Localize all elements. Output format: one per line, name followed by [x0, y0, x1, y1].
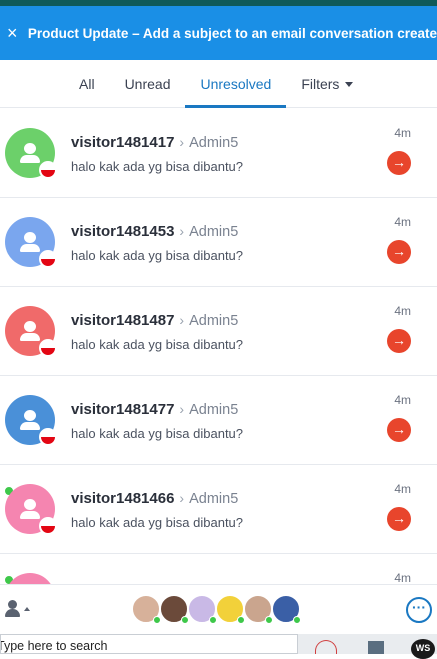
- visitor-name: visitor1481477 › Admin5: [71, 401, 238, 418]
- avatar-body-icon: [20, 244, 40, 252]
- last-message: halo kak ada yg bisa dibantu?: [71, 515, 244, 530]
- caret-down-icon: [345, 82, 354, 88]
- tab-filters[interactable]: Filters: [286, 60, 368, 108]
- indonesia-flag-icon: [39, 517, 57, 535]
- windows-taskbar: Type here to search WS: [0, 634, 437, 659]
- agent-status-icon[interactable]: [4, 600, 30, 620]
- open-conversation-button[interactable]: →: [387, 329, 411, 353]
- last-message: halo kak ada yg bisa dibantu?: [71, 426, 244, 441]
- visitor-id: visitor1481417: [71, 134, 175, 151]
- visitor-name: visitor1481417 › Admin5: [71, 134, 238, 151]
- avatar-body-icon: [20, 511, 40, 519]
- avatar-head-icon: [24, 410, 36, 421]
- conversation-row[interactable]: visitor1481453 › Admin5 halo kak ada yg bi…: [0, 198, 437, 287]
- team-avatars: [132, 595, 301, 625]
- conversation-row[interactable]: visitor1481477 › Admin5 halo kak ada yg bi…: [0, 376, 437, 465]
- open-conversation-button[interactable]: →: [387, 240, 411, 264]
- indonesia-flag-icon: [39, 339, 57, 357]
- caret-up-icon: [24, 607, 30, 611]
- weather-icon[interactable]: [315, 640, 337, 654]
- visitor-name: visitor1481487 › Admin5: [71, 312, 238, 329]
- filters-label: Filters: [301, 75, 340, 92]
- bottom-bar: ···: [0, 584, 437, 634]
- visitor-name: visitor1481453 › Admin5: [71, 223, 238, 240]
- time-ago: 4m: [394, 571, 411, 584]
- agent-name: Admin5: [189, 402, 239, 418]
- online-status-dot: [181, 616, 189, 624]
- team-member-avatar[interactable]: [216, 595, 245, 624]
- agent-name: Admin5: [189, 135, 239, 151]
- online-status-dot: [209, 616, 217, 624]
- open-conversation-button[interactable]: →: [387, 151, 411, 175]
- avatar-head-icon: [24, 232, 36, 243]
- team-member-avatar[interactable]: [244, 595, 273, 624]
- chevron-right-icon: ›: [179, 312, 185, 328]
- visitor-id: visitor1481487: [71, 312, 175, 329]
- visitor-id: visitor1481477: [71, 401, 175, 418]
- tab-unresolved[interactable]: Unresolved: [185, 60, 287, 108]
- open-conversation-button[interactable]: →: [387, 418, 411, 442]
- ws-app-icon[interactable]: WS: [411, 639, 435, 659]
- conversation-row[interactable]: visitor1481417 › Admin5 halo kak ada yg bi…: [0, 109, 437, 198]
- conversation-row[interactable]: visitor1481487 › Admin5 halo kak ada yg bi…: [0, 287, 437, 376]
- indonesia-flag-icon: [39, 428, 57, 446]
- tab-all[interactable]: All: [64, 60, 110, 108]
- avatar-head-icon: [24, 499, 36, 510]
- open-conversation-button[interactable]: →: [387, 507, 411, 531]
- product-update-banner: × Product Update – Add a subject to an e…: [0, 6, 437, 60]
- time-ago: 4m: [394, 482, 411, 496]
- avatar-body-icon: [20, 422, 40, 430]
- tab-unread[interactable]: Unread: [110, 60, 186, 108]
- time-ago: 4m: [394, 215, 411, 229]
- chevron-right-icon: ›: [179, 401, 185, 417]
- team-member-avatar[interactable]: [188, 595, 217, 624]
- avatar-head-icon: [24, 143, 36, 154]
- visitor-id: visitor1481466: [71, 490, 175, 507]
- team-member-avatar[interactable]: [272, 595, 301, 624]
- banner-text[interactable]: Product Update – Add a subject to an ema…: [20, 26, 437, 41]
- chevron-right-icon: ›: [179, 490, 185, 506]
- agent-name: Admin5: [189, 491, 239, 507]
- time-ago: 4m: [394, 126, 411, 140]
- avatar-head-icon: [24, 321, 36, 332]
- avatar-body-icon: [20, 155, 40, 163]
- last-message: halo kak ada yg bisa dibantu?: [71, 337, 244, 352]
- taskbar-search-input[interactable]: Type here to search: [0, 634, 298, 654]
- team-member-avatar[interactable]: [132, 595, 161, 624]
- online-status-dot: [293, 616, 301, 624]
- team-member-avatar[interactable]: [160, 595, 189, 624]
- agent-name: Admin5: [189, 313, 239, 329]
- visitor-id: visitor1481453: [71, 223, 175, 240]
- calculator-icon[interactable]: [368, 641, 384, 654]
- last-message: halo kak ada yg bisa dibantu?: [71, 248, 244, 263]
- visitor-name: visitor1481466 › Admin5: [71, 490, 238, 507]
- chevron-right-icon: ›: [179, 223, 185, 239]
- conversation-row[interactable]: visitor1481466 › Admin5 halo kak ada yg bi…: [0, 465, 437, 554]
- online-status-dot: [265, 616, 273, 624]
- indonesia-flag-icon: [39, 161, 57, 179]
- time-ago: 4m: [394, 304, 411, 318]
- avatar-body-icon: [20, 333, 40, 341]
- conversation-row-partial[interactable]: 4m: [0, 554, 437, 584]
- more-options-button[interactable]: ···: [406, 597, 432, 623]
- conversation-list: visitor1481417 › Admin5 halo kak ada yg bi…: [0, 109, 437, 584]
- online-status-dot: [153, 616, 161, 624]
- chevron-right-icon: ›: [179, 134, 185, 150]
- online-status-dot: [237, 616, 245, 624]
- close-icon[interactable]: ×: [0, 24, 20, 42]
- agent-name: Admin5: [189, 224, 239, 240]
- indonesia-flag-icon: [39, 250, 57, 268]
- time-ago: 4m: [394, 393, 411, 407]
- conversation-tabs: All Unread Unresolved Filters: [0, 60, 437, 108]
- last-message: halo kak ada yg bisa dibantu?: [71, 159, 244, 174]
